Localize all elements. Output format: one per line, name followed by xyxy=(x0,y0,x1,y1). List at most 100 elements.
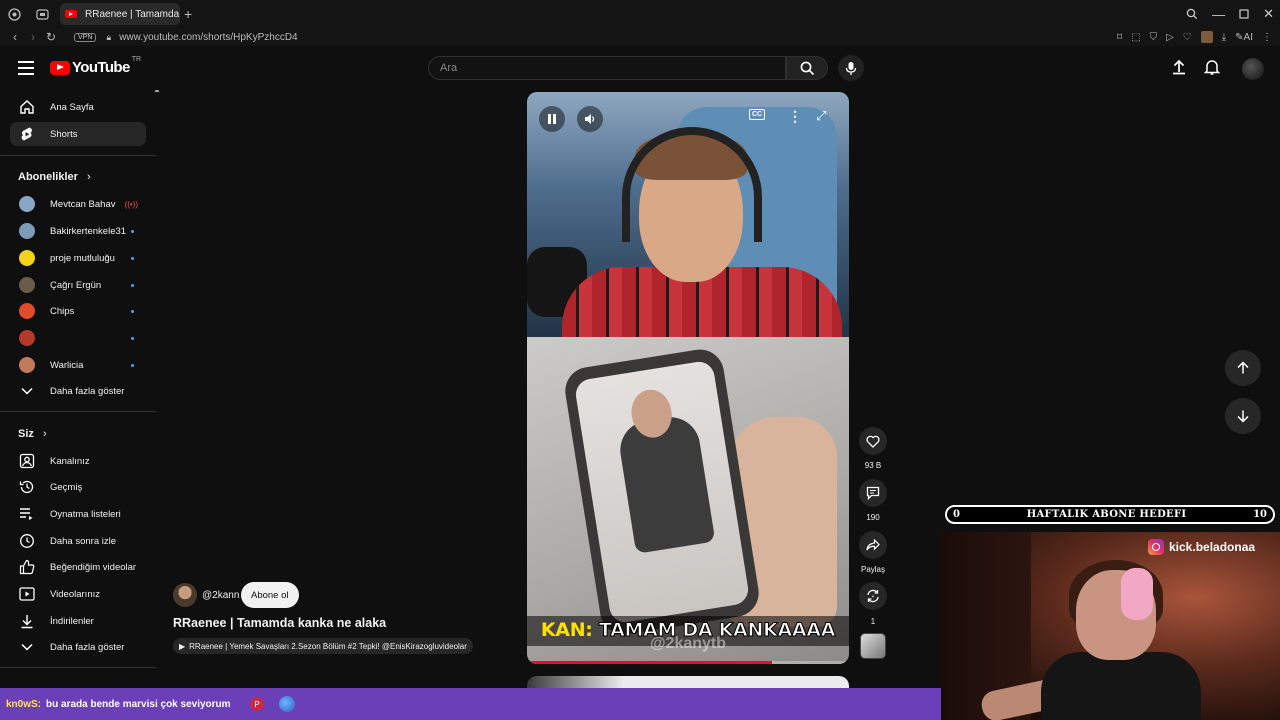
minimize-icon[interactable]: — xyxy=(1212,7,1225,22)
audio-source-thumbnail[interactable] xyxy=(860,633,886,659)
sidebar-item-subscription[interactable]: Warlicia xyxy=(10,353,146,377)
sidebar-item-label: Daha sonra izle xyxy=(50,535,117,547)
video-title[interactable]: RRaenee | Tamamda kanka ne alaka xyxy=(173,616,386,630)
clock-icon xyxy=(12,533,42,549)
heart-icon xyxy=(866,435,880,448)
related-video-chip[interactable]: ▶ RRaenee | Yemek Savaşları 2.Sezon Bölü… xyxy=(173,638,473,654)
ai-button[interactable]: ✎AI xyxy=(1235,32,1253,43)
shorts-player[interactable]: KAN: TAMAM DA KANKAAAA @2kanytb CC ⋮ ⤢ xyxy=(527,92,849,664)
sidebar-item-label: Videolarınız xyxy=(50,588,100,600)
account-avatar[interactable] xyxy=(1242,58,1264,80)
lock-icon[interactable]: 🔒︎ xyxy=(106,32,111,43)
shield-icon[interactable]: ⛉ xyxy=(1150,32,1158,43)
vpn-badge[interactable]: VPN xyxy=(74,32,97,42)
goal-target: 10 xyxy=(1253,509,1267,520)
share-button[interactable] xyxy=(859,531,887,559)
arrow-up-icon xyxy=(1237,361,1249,374)
channel-icon xyxy=(12,453,42,469)
captions-button[interactable]: CC xyxy=(749,109,766,120)
extension-avatar-icon[interactable] xyxy=(1200,31,1213,43)
volume-button[interactable] xyxy=(577,106,603,132)
sidebar-item-subscription[interactable]: proje mutluluğu xyxy=(10,246,146,270)
sidebar-divider xyxy=(0,667,156,668)
comments-button[interactable] xyxy=(859,479,887,507)
remix-count: 1 xyxy=(870,617,876,626)
sidebar-item-home[interactable]: Ana Sayfa xyxy=(10,95,146,119)
youtube-logo[interactable]: YouTube TR xyxy=(50,56,142,76)
subscriptions-title: Abonelikler xyxy=(18,171,78,183)
subscriptions-heading[interactable]: Abonelikler › xyxy=(18,171,91,183)
new-tab-button[interactable]: + xyxy=(184,6,192,22)
previous-short-button[interactable] xyxy=(1225,350,1261,386)
scroll-up-arrow-icon[interactable]: ▲ xyxy=(153,90,160,94)
voice-search-button[interactable] xyxy=(838,55,864,81)
sidebar-item-liked[interactable]: Beğendiğim videolar xyxy=(10,555,146,579)
sidebar-item-subscription[interactable]: Bakirkertenkele31 xyxy=(10,219,146,243)
fullscreen-icon[interactable]: ⤢ xyxy=(816,108,826,124)
sidebar-item-your-videos[interactable]: Videolarınız xyxy=(10,582,146,606)
like-button[interactable] xyxy=(859,427,887,455)
sidebar-item-watch-later[interactable]: Daha sonra izle xyxy=(10,529,146,553)
sidebar-item-shorts[interactable]: Shorts xyxy=(10,122,146,146)
sidebar-item-playlists[interactable]: Oynatma listeleri xyxy=(10,502,146,526)
download-icon xyxy=(12,613,42,629)
close-icon[interactable]: ✕ xyxy=(1263,6,1274,22)
channel-handle[interactable]: @2kann xyxy=(202,590,239,601)
sidebar-item-label: Kanalınız xyxy=(50,455,90,467)
sidebar-item-downloads[interactable]: İndirilenler xyxy=(10,609,146,633)
sidebar-item-show-more[interactable]: Daha fazla göster xyxy=(10,635,146,659)
search-input[interactable] xyxy=(429,57,785,79)
webcam-body xyxy=(1041,652,1201,720)
more-options-icon[interactable]: ⋮ xyxy=(788,108,802,125)
channel-avatar[interactable] xyxy=(173,583,197,607)
bell-icon xyxy=(1203,60,1221,75)
notifications-button[interactable] xyxy=(1203,58,1221,81)
chevron-down-icon xyxy=(12,643,42,651)
new-content-dot xyxy=(131,283,134,287)
chevron-right-icon: › xyxy=(86,171,91,183)
download-icon[interactable]: ⤓ xyxy=(1222,32,1226,43)
remix-button[interactable]: + xyxy=(859,582,887,610)
pause-button[interactable] xyxy=(539,106,565,132)
play-icon[interactable]: ▷ xyxy=(1166,32,1174,43)
menu-button[interactable] xyxy=(16,58,36,78)
sidebar-item-show-more[interactable]: Daha fazla göster xyxy=(10,379,146,403)
create-button[interactable] xyxy=(1170,58,1188,81)
sidebar-item-history[interactable]: Geçmiş xyxy=(10,475,146,499)
channel-avatar xyxy=(19,303,35,319)
sidebar-item-label: Ana Sayfa xyxy=(50,101,94,113)
channel-avatar xyxy=(19,330,35,346)
search-tabs-icon[interactable] xyxy=(1186,8,1198,20)
svg-text:+: + xyxy=(872,594,875,600)
region-code: TR xyxy=(131,56,142,63)
upload-icon xyxy=(1173,59,1185,75)
search-button[interactable] xyxy=(786,56,828,80)
tab-islands-icon[interactable] xyxy=(28,0,56,28)
sidebar-item-label: Mevtcan Bahav xyxy=(50,198,116,210)
overflow-icon[interactable]: ⋮ xyxy=(1262,32,1272,43)
maximize-icon[interactable] xyxy=(1239,9,1249,19)
forward-icon[interactable]: › xyxy=(24,30,42,44)
progress-bar[interactable] xyxy=(527,661,849,664)
sidebar-item-subscription[interactable] xyxy=(10,326,146,350)
sidebar-item-channel[interactable]: Kanalınız xyxy=(10,449,146,473)
subscribe-button[interactable]: Abone ol xyxy=(241,582,299,608)
sidebar-item-subscription[interactable]: Mevtcan Bahav ((•)) xyxy=(10,192,146,216)
snapshot-icon[interactable]: ⬚ xyxy=(1131,32,1140,43)
phone-screen xyxy=(573,359,751,625)
url-field[interactable]: www.youtube.com/shorts/HpKyPzhccD4 xyxy=(119,32,297,43)
sidebar-item-subscription[interactable]: Chips xyxy=(10,299,146,323)
reload-icon[interactable]: ↻ xyxy=(42,30,60,44)
pin-icon[interactable]: ⌑ xyxy=(1117,32,1122,43)
chevron-down-icon xyxy=(12,387,42,395)
pause-icon xyxy=(548,114,556,124)
browser-menu-icon[interactable] xyxy=(0,0,28,28)
back-icon[interactable]: ‹ xyxy=(6,30,24,44)
next-short-button[interactable] xyxy=(1225,398,1261,434)
heart-icon[interactable]: ♡ xyxy=(1183,32,1192,43)
sidebar-item-label: Daha fazla göster xyxy=(50,641,125,653)
you-heading[interactable]: Siz › xyxy=(18,428,47,440)
sidebar-item-subscription[interactable]: Çağrı Ergün xyxy=(10,273,146,297)
chevron-right-icon: › xyxy=(42,428,47,440)
browser-tab[interactable]: RRaenee | Tamamda ka xyxy=(60,3,180,25)
